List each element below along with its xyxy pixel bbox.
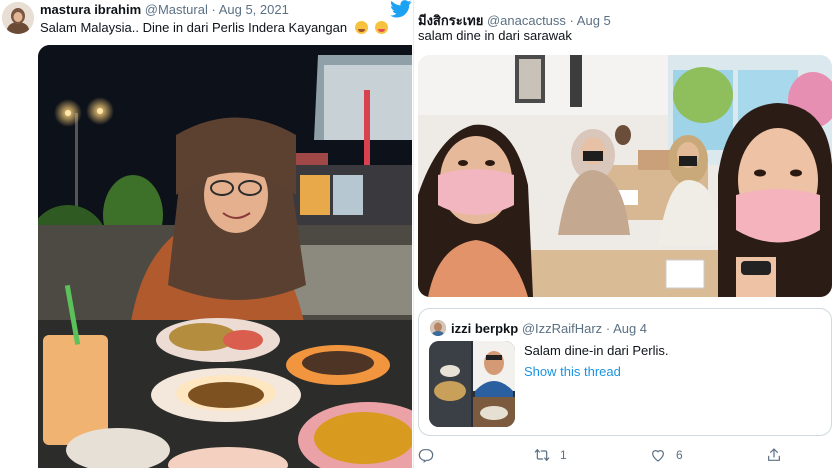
like-button[interactable]: 6 [650,444,683,466]
separator-dot: · [569,13,574,28]
quoted-thumbnail[interactable] [429,341,515,427]
tweet-text: Salam Malaysia.. Dine in dari Perlis Ind… [40,20,389,35]
share-button[interactable] [766,444,792,466]
author-name[interactable]: mastura ibrahim [40,2,141,17]
retweet-button[interactable]: 1 [534,444,567,466]
quoted-thumbnail-image [429,341,515,427]
tweet-date[interactable]: Aug 5 [577,13,611,28]
smiling-face-with-hand-over-mouth-icon [354,21,368,34]
quoted-tweet[interactable]: izzi berpkp @IzzRaifHarz · Aug 4 Salam d… [418,308,832,436]
quoted-tweet-text: Salam dine-in dari Perlis. [524,343,669,358]
separator-dot: · [605,321,611,336]
column-divider [413,0,414,468]
show-thread-link[interactable]: Show this thread [524,364,621,379]
tweet-text-content: Salam Malaysia.. Dine in dari Perlis Ind… [40,20,348,35]
food-photo-image [38,45,412,468]
quoted-avatar-image [430,320,446,336]
avatar-image [2,2,34,34]
separator-dot: · [211,2,216,17]
restaurant-selfie-image [418,55,832,297]
tweet-photo[interactable] [38,45,412,468]
tweet-photo[interactable] [418,55,832,297]
heart-icon [652,450,664,462]
quoted-author-name[interactable]: izzi berpkp [451,321,518,336]
reply-icon [418,449,434,463]
share-icon [768,448,780,461]
retweet-icon [534,449,550,461]
author-handle[interactable]: @anacactuss [487,13,566,28]
author-name[interactable]: มีงสิกระเทย [418,13,483,28]
quoted-author-handle[interactable]: @IzzRaifHarz [522,321,602,336]
tweet-card-mastura[interactable]: mastura ibrahim @Mastural · Aug 5, 2021 … [0,0,412,468]
tweet-header: mastura ibrahim @Mastural · Aug 5, 2021 [40,2,289,17]
quoted-tweet-header: izzi berpkp @IzzRaifHarz · Aug 4 [451,321,647,336]
quoted-avatar[interactable] [430,320,446,336]
tweet-date[interactable]: Aug 5, 2021 [219,2,289,17]
face-savoring-food-icon [375,21,389,34]
reply-button[interactable] [418,444,444,466]
tweet-action-bar: 1 6 [418,444,832,466]
retweet-count: 1 [560,448,567,462]
quoted-tweet-date[interactable]: Aug 4 [613,321,647,336]
avatar[interactable] [2,2,34,34]
like-count: 6 [676,448,683,462]
twitter-bird-icon[interactable] [390,0,412,18]
tweet-text: salam dine in dari sarawak [418,28,572,43]
author-handle[interactable]: @Mastural [145,2,208,17]
